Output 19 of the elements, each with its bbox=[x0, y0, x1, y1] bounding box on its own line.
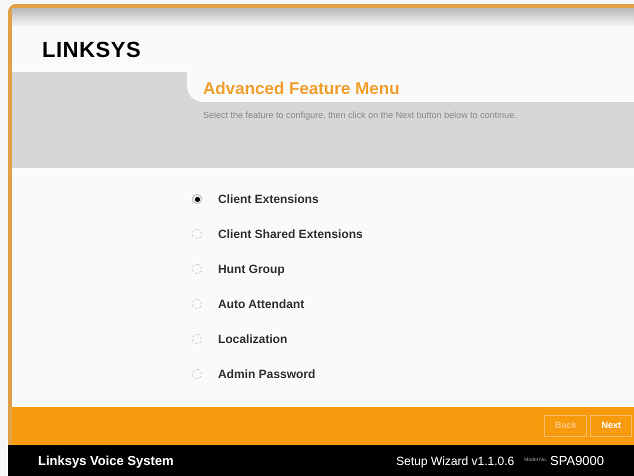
next-button[interactable]: Next bbox=[590, 415, 632, 437]
description: Select the feature to configure, then click on the Next button below to continue. bbox=[202, 109, 518, 122]
radio-button[interactable] bbox=[192, 264, 202, 274]
option-label: Hunt Group bbox=[218, 261, 285, 278]
logo: LINKSYS bbox=[42, 36, 142, 64]
option-label: Admin Password bbox=[218, 366, 316, 383]
radio-button[interactable] bbox=[192, 299, 202, 309]
radio-button[interactable] bbox=[192, 194, 202, 204]
radio-button[interactable] bbox=[192, 334, 202, 344]
product-name: Linksys Voice System bbox=[38, 452, 174, 470]
option-label: Client Shared Extensions bbox=[218, 226, 363, 243]
page-title: Advanced Feature Menu bbox=[203, 79, 400, 98]
radio-button[interactable] bbox=[192, 369, 202, 379]
option-label: Client Extensions bbox=[218, 191, 319, 208]
version-text: Setup Wizard v1.1.0.6 bbox=[396, 452, 514, 470]
option-label: Localization bbox=[218, 331, 288, 348]
model-number: SPA9000 bbox=[550, 452, 604, 470]
radio-button[interactable] bbox=[192, 229, 202, 239]
option-label: Auto Attendant bbox=[218, 296, 304, 313]
